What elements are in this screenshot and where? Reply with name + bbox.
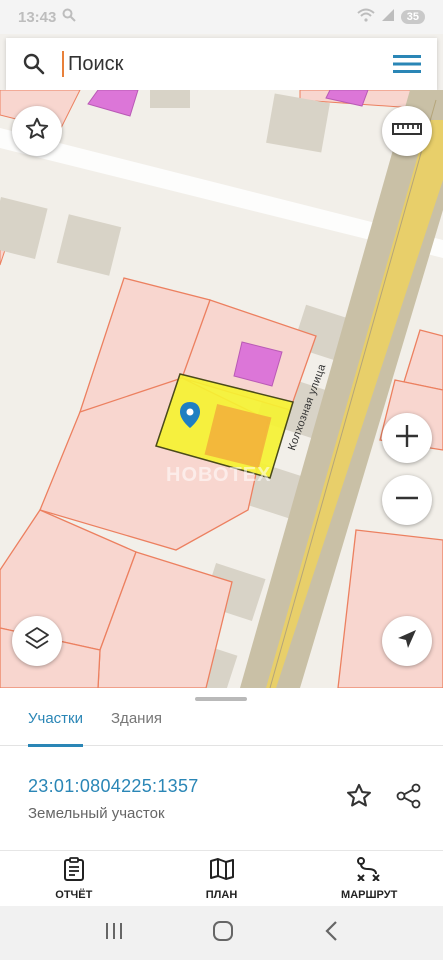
tab-parcels[interactable]: Участки bbox=[28, 702, 83, 747]
menu-icon[interactable] bbox=[377, 38, 437, 90]
parcel-actions bbox=[345, 782, 423, 815]
locate-icon bbox=[396, 628, 418, 655]
zoom-out-icon bbox=[394, 485, 420, 516]
zoom-out-button[interactable] bbox=[382, 475, 432, 525]
parcel-type: Земельный участок bbox=[28, 805, 165, 822]
search-icon[interactable] bbox=[6, 38, 62, 90]
sheet-drag-handle[interactable] bbox=[195, 697, 247, 701]
parcel-item[interactable]: 23:01:0804225:1357 Земельный участок bbox=[28, 776, 199, 822]
route-icon bbox=[356, 856, 382, 886]
clipboard-icon bbox=[63, 856, 85, 886]
star-icon bbox=[345, 783, 373, 814]
map-watermark: НОВОТЕХ bbox=[166, 464, 272, 486]
measure-button[interactable] bbox=[382, 106, 432, 156]
status-bar: 13:43 35 bbox=[0, 0, 443, 34]
system-nav-bar bbox=[0, 906, 443, 960]
tab-buildings[interactable]: Здания bbox=[111, 702, 162, 746]
recent-apps-button[interactable] bbox=[104, 921, 124, 946]
nav-plan-label: ПЛАН bbox=[205, 888, 238, 901]
favorite-parcel-button[interactable] bbox=[345, 782, 373, 815]
wifi-icon bbox=[357, 8, 375, 26]
share-button[interactable] bbox=[395, 782, 423, 815]
signal-icon bbox=[381, 8, 395, 26]
search-input[interactable] bbox=[62, 51, 377, 77]
bottom-nav: ОТЧЁТ ПЛАН МАРШРУТ bbox=[0, 850, 443, 906]
back-button[interactable] bbox=[323, 920, 339, 947]
nav-route-label: МАРШРУТ bbox=[341, 888, 398, 901]
map-icon bbox=[209, 857, 235, 886]
zoom-in-icon bbox=[394, 423, 420, 454]
nav-report[interactable]: ОТЧЁТ bbox=[0, 851, 148, 906]
favorite-map-button[interactable] bbox=[12, 106, 62, 156]
layers-icon bbox=[23, 625, 51, 658]
home-icon bbox=[212, 920, 234, 946]
map-view[interactable]: НОВОТЕХ Колхозная улица bbox=[0, 90, 443, 688]
nav-report-label: ОТЧЁТ bbox=[55, 888, 93, 901]
battery-indicator: 35 bbox=[400, 10, 425, 24]
nav-plan[interactable]: ПЛАН bbox=[148, 851, 296, 906]
star-icon bbox=[24, 116, 50, 147]
parcel-info-sheet: Участки Здания 23:01:0804225:1357 Земель… bbox=[0, 688, 443, 850]
map-canvas bbox=[0, 90, 443, 688]
locate-button[interactable] bbox=[382, 616, 432, 666]
ruler-icon bbox=[392, 121, 422, 142]
status-time: 13:43 bbox=[18, 8, 57, 26]
recent-apps-icon bbox=[104, 922, 124, 945]
sheet-tabs: Участки Здания bbox=[0, 702, 443, 747]
zoom-in-button[interactable] bbox=[382, 413, 432, 463]
home-button[interactable] bbox=[212, 920, 234, 947]
search-status-icon bbox=[62, 8, 77, 26]
share-icon bbox=[395, 783, 423, 814]
search-bar bbox=[6, 38, 437, 90]
cadastral-number[interactable]: 23:01:0804225:1357 bbox=[28, 776, 199, 797]
back-icon bbox=[323, 920, 339, 946]
layers-button[interactable] bbox=[12, 616, 62, 666]
nav-route[interactable]: МАРШРУТ bbox=[295, 851, 443, 906]
